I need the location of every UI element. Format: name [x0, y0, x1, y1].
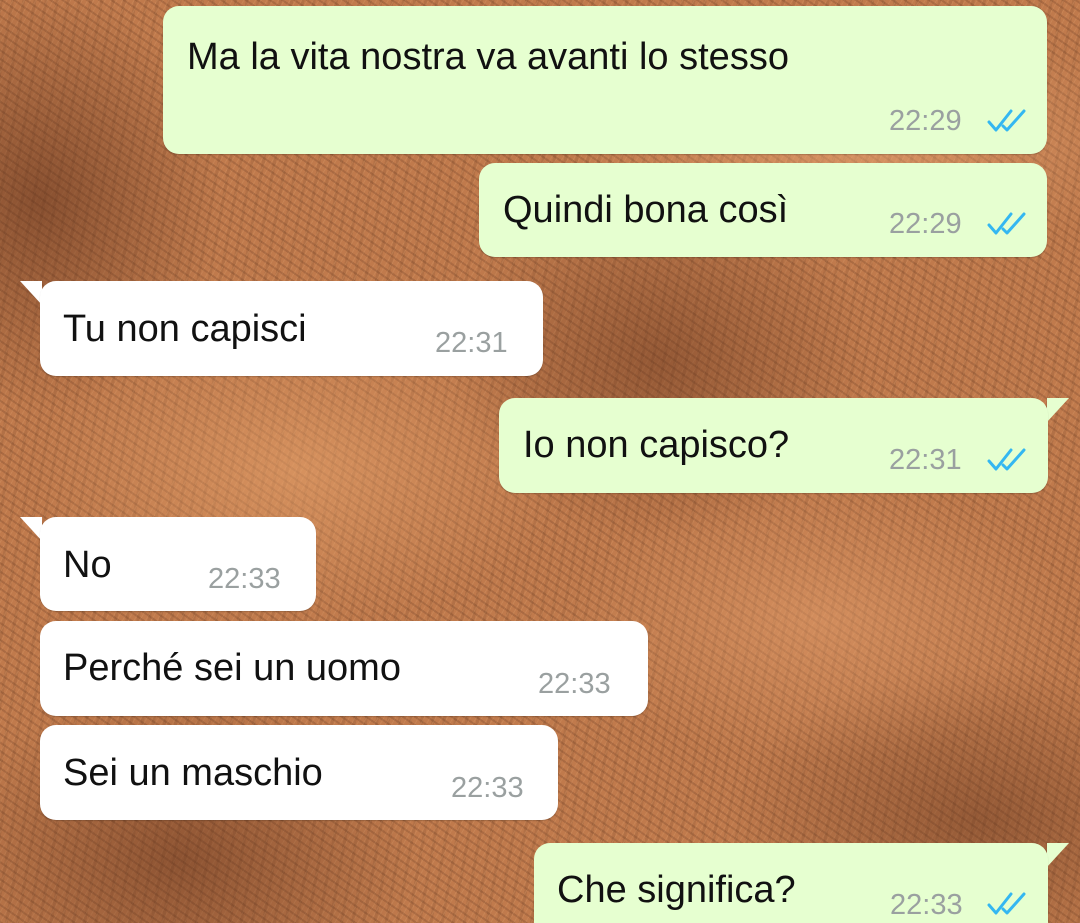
double-check-read-icon	[987, 892, 1026, 915]
message-text: No	[63, 544, 112, 586]
message-timestamp: 22:33	[451, 772, 524, 804]
message-text: Quindi bona così	[503, 189, 789, 231]
message-timestamp: 22:31	[435, 327, 508, 359]
message-timestamp: 22:31	[889, 444, 962, 476]
message-bubble-incoming[interactable]: Sei un maschio 22:33	[40, 725, 558, 820]
message-bubble-incoming[interactable]: No 22:33	[40, 517, 316, 611]
message-text: Ma la vita nostra va avanti lo stesso	[187, 36, 789, 78]
bubble-tail	[20, 517, 42, 541]
message-timestamp: 22:33	[208, 563, 281, 595]
bubble-tail	[20, 281, 42, 305]
message-timestamp: 22:33	[538, 668, 611, 700]
message-timestamp: 22:33	[890, 889, 963, 921]
message-timestamp: 22:29	[889, 105, 962, 137]
double-check-read-icon	[987, 448, 1026, 471]
message-bubble-outgoing[interactable]: Quindi bona così 22:29	[479, 163, 1047, 257]
chat-background: Ma la vita nostra va avanti lo stesso 22…	[0, 0, 1080, 923]
message-text: Io non capisco?	[523, 424, 790, 466]
message-text: Tu non capisci	[63, 308, 307, 350]
message-bubble-incoming[interactable]: Tu non capisci 22:31	[40, 281, 543, 376]
bubble-tail	[1047, 398, 1069, 422]
message-bubble-outgoing[interactable]: Ma la vita nostra va avanti lo stesso 22…	[163, 6, 1047, 154]
message-text: Sei un maschio	[63, 752, 323, 794]
message-bubble-outgoing[interactable]: Che significa? 22:33	[534, 843, 1048, 923]
bubble-tail	[1047, 843, 1069, 867]
message-text: Che significa?	[557, 869, 796, 911]
message-text: Perché sei un uomo	[63, 647, 401, 689]
message-bubble-incoming[interactable]: Perché sei un uomo 22:33	[40, 621, 648, 716]
message-timestamp: 22:29	[889, 208, 962, 240]
double-check-read-icon	[987, 109, 1026, 132]
double-check-read-icon	[987, 212, 1026, 235]
message-bubble-outgoing[interactable]: Io non capisco? 22:31	[499, 398, 1048, 493]
